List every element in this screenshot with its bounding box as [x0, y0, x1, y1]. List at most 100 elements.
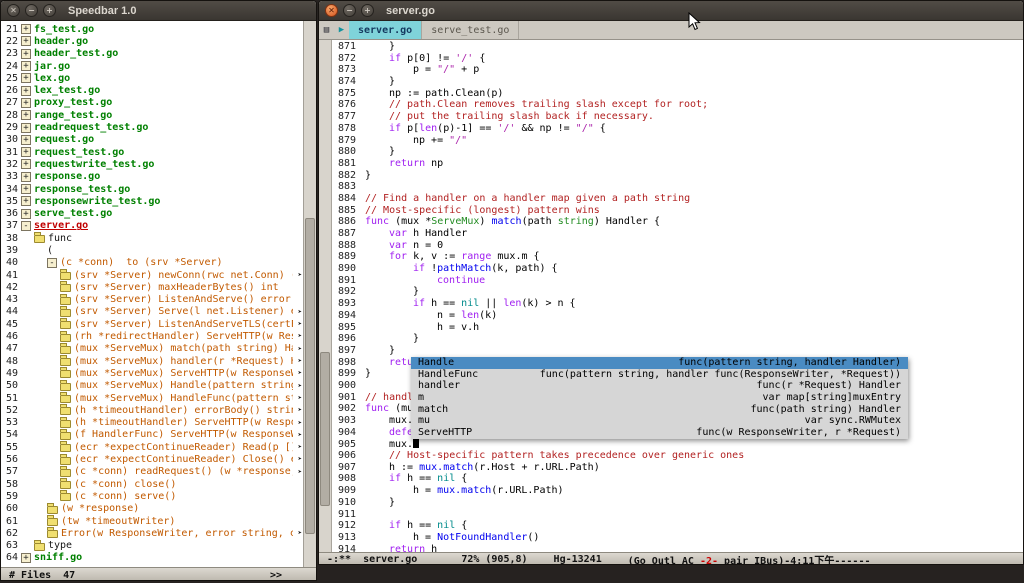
speedbar-tag-item[interactable]: 40-(c *conn) to (srv *Server)	[1, 257, 303, 269]
file-name[interactable]: readrequest_test.go	[34, 122, 148, 133]
file-name[interactable]: requestwrite_test.go	[34, 159, 154, 170]
code-line[interactable]: 886func (mux *ServeMux) match(path strin…	[332, 216, 1023, 228]
expand-plus-icon[interactable]: +	[21, 86, 31, 96]
code-line[interactable]: 873p = "/" + p	[332, 64, 1023, 76]
tag-label[interactable]: (	[47, 245, 53, 256]
tag-label[interactable]: (rh *redirectHandler) ServeHTTP(w Res	[74, 331, 293, 342]
speedbar-file-item[interactable]: 32+requestwrite_test.go	[1, 158, 303, 170]
minimize-button[interactable]: −	[343, 4, 356, 17]
tag-label[interactable]: type	[48, 540, 72, 551]
code-line[interactable]: 879np += "/"	[332, 135, 1023, 147]
file-name[interactable]: fs_test.go	[34, 24, 94, 35]
file-name[interactable]: header.go	[34, 36, 88, 47]
speedbar-file-item[interactable]: 25+lex.go	[1, 72, 303, 84]
speedbar-tag-item[interactable]: 58(c *conn) close()	[1, 478, 303, 490]
tag-label[interactable]: (ecr *expectContinueReader) Close() e	[74, 454, 293, 465]
speedbar-tag-item[interactable]: 54(f HandlerFunc) ServeHTTP(w ResponseW➤	[1, 429, 303, 441]
file-name[interactable]: responsewrite_test.go	[34, 196, 160, 207]
speedbar-file-item[interactable]: 27+proxy_test.go	[1, 97, 303, 109]
tab-server-go[interactable]: server.go	[349, 21, 422, 39]
code-line[interactable]: 894n = len(k)	[332, 310, 1023, 322]
tag-label[interactable]: (srv *Server) Serve(l net.Listener) e	[74, 306, 293, 317]
speedbar-tag-item[interactable]: 59(c *conn) serve()	[1, 490, 303, 502]
speedbar-tag-item[interactable]: 49(mux *ServeMux) ServeHTTP(w ResponseW➤	[1, 367, 303, 379]
tag-label[interactable]: (c *conn) to (srv *Server)	[60, 257, 223, 268]
tag-label[interactable]: (w *response)	[61, 503, 139, 514]
file-name[interactable]: response.go	[34, 171, 100, 182]
completion-item[interactable]: HandleFuncfunc(pattern string, handler f…	[411, 369, 908, 381]
expand-plus-icon[interactable]: +	[21, 553, 31, 563]
code-line[interactable]: 874}	[332, 76, 1023, 88]
speedbar-tag-item[interactable]: 57(c *conn) readRequest() (w *response,➤	[1, 466, 303, 478]
speedbar-scrollbar-thumb[interactable]	[305, 218, 315, 535]
speedbar-file-item[interactable]: 30+request.go	[1, 134, 303, 146]
code-line[interactable]: 882}	[332, 170, 1023, 182]
emacs-titlebar[interactable]: ✕−+ server.go	[319, 1, 1023, 21]
tag-label[interactable]: (c *conn) serve()	[74, 491, 176, 502]
expand-plus-icon[interactable]: +	[21, 135, 31, 145]
speedbar-tag-item[interactable]: 47(mux *ServeMux) match(path string) Ha➤	[1, 343, 303, 355]
code-line[interactable]: 884// Find a handler on a handler map gi…	[332, 193, 1023, 205]
tag-label[interactable]: (mux *ServeMux) match(path string) Ha	[74, 343, 293, 354]
code-line[interactable]: 875np := path.Clean(p)	[332, 88, 1023, 100]
completion-item[interactable]: ServeHTTPfunc(w ResponseWriter, r *Reque…	[411, 427, 908, 439]
tag-label[interactable]: (f HandlerFunc) ServeHTTP(w ResponseW	[74, 429, 293, 440]
editor-scrollbar[interactable]	[319, 40, 332, 552]
tag-label[interactable]: (mux *ServeMux) HandleFunc(pattern st	[74, 393, 293, 404]
speedbar-file-item[interactable]: 36+serve_test.go	[1, 207, 303, 219]
code-line[interactable]: 909h = mux.match(r.URL.Path)	[332, 485, 1023, 497]
expand-plus-icon[interactable]: +	[21, 61, 31, 71]
code-line[interactable]: 887var h Handler	[332, 228, 1023, 240]
close-button[interactable]: ✕	[325, 4, 338, 17]
file-name[interactable]: jar.go	[34, 61, 70, 72]
speedbar-tag-item[interactable]: 46(rh *redirectHandler) ServeHTTP(w Res➤	[1, 330, 303, 342]
speedbar-file-item[interactable]: 21+fs_test.go	[1, 23, 303, 35]
file-name[interactable]: request_test.go	[34, 147, 124, 158]
maximize-button[interactable]: +	[43, 4, 56, 17]
code-line[interactable]: 913h = NotFoundHandler()	[332, 532, 1023, 544]
code-line[interactable]: 878if p[len(p)-1] == '/' && np != "/" {	[332, 123, 1023, 135]
speedbar-file-item[interactable]: 26+lex_test.go	[1, 84, 303, 96]
completion-item[interactable]: mvar map[string]muxEntry	[411, 392, 908, 404]
code-line[interactable]: 896}	[332, 333, 1023, 345]
speedbar-file-item[interactable]: 64+sniff.go	[1, 552, 303, 564]
code-line[interactable]: 911	[332, 509, 1023, 521]
expand-plus-icon[interactable]: +	[21, 73, 31, 83]
code-line[interactable]: 889for k, v := range mux.m {	[332, 251, 1023, 263]
completion-item[interactable]: Handlefunc(pattern string, handler Handl…	[411, 357, 908, 369]
expand-plus-icon[interactable]: +	[21, 184, 31, 194]
file-name[interactable]: lex_test.go	[34, 85, 100, 96]
speedbar-file-item[interactable]: 35+responsewrite_test.go	[1, 195, 303, 207]
tabbar-menu-icon[interactable]: ▤	[319, 21, 334, 39]
code-editor[interactable]: 871}872if p[0] != '/' {873p = "/" + p874…	[319, 40, 1023, 552]
speedbar-tag-item[interactable]: 50(mux *ServeMux) Handle(pattern string➤	[1, 380, 303, 392]
speedbar-tag-item[interactable]: 60(w *response)	[1, 503, 303, 515]
speedbar-scroll-right-button[interactable]: >>	[270, 570, 282, 581]
code-line[interactable]: 872if p[0] != '/' {	[332, 53, 1023, 65]
completion-item[interactable]: muvar sync.RWMutex	[411, 415, 908, 427]
code-line[interactable]: 906// Host-specific pattern takes preced…	[332, 450, 1023, 462]
close-button[interactable]: ✕	[7, 4, 20, 17]
code-line[interactable]: 871}	[332, 41, 1023, 53]
tag-label[interactable]: (c *conn) close()	[74, 479, 176, 490]
tag-label[interactable]: (srv *Server) maxHeaderBytes() int	[74, 282, 279, 293]
speedbar-tag-item[interactable]: 48(mux *ServeMux) handler(r *Request) H➤	[1, 355, 303, 367]
expand-plus-icon[interactable]: +	[21, 159, 31, 169]
editor-scrollbar-thumb[interactable]	[320, 352, 330, 506]
file-name[interactable]: lex.go	[34, 73, 70, 84]
tag-label[interactable]: (mux *ServeMux) Handle(pattern string	[74, 380, 293, 391]
code-line[interactable]: 888var n = 0	[332, 240, 1023, 252]
code-line[interactable]: 885// Most-specific (longest) pattern wi…	[332, 205, 1023, 217]
code-line[interactable]: 912if h == nil {	[332, 520, 1023, 532]
code-line[interactable]: 890if !pathMatch(k, path) {	[332, 263, 1023, 275]
code-line[interactable]: 895h = v.h	[332, 322, 1023, 334]
code-line[interactable]: 910}	[332, 497, 1023, 509]
speedbar-file-item[interactable]: 24+jar.go	[1, 60, 303, 72]
completion-item[interactable]: handlerfunc(r *Request) Handler	[411, 380, 908, 392]
expand-plus-icon[interactable]: +	[21, 24, 31, 34]
minimize-button[interactable]: −	[25, 4, 38, 17]
expand-plus-icon[interactable]: +	[21, 98, 31, 108]
code-line[interactable]: 892}	[332, 286, 1023, 298]
tag-label[interactable]: (c *conn) readRequest() (w *response,	[74, 466, 293, 477]
expand-plus-icon[interactable]: +	[21, 172, 31, 182]
